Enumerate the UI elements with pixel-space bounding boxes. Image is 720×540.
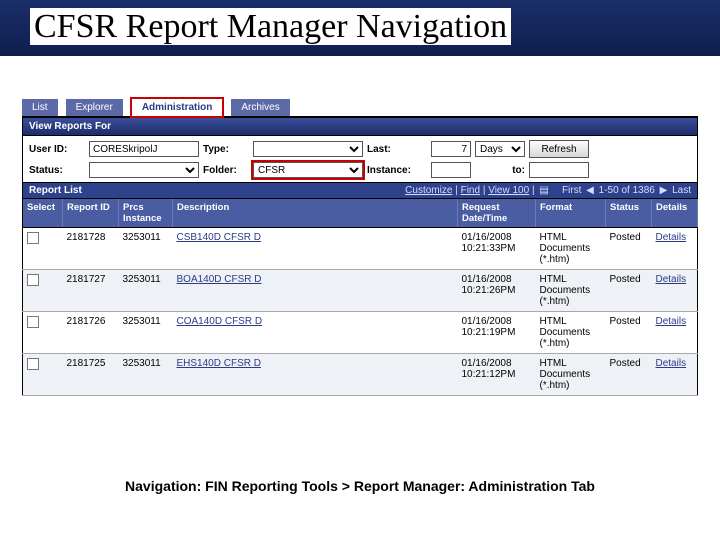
instance-label: Instance:	[367, 165, 427, 176]
folder-label: Folder:	[203, 165, 249, 176]
folder-select[interactable]: CFSR	[253, 162, 363, 178]
type-select[interactable]	[253, 141, 363, 157]
cell-datetime: 01/16/2008 10:21:12PM	[458, 354, 536, 396]
cell-status: Posted	[606, 270, 652, 312]
cell-datetime: 01/16/2008 10:21:26PM	[458, 270, 536, 312]
col-prcs-instance[interactable]: Prcs Instance	[119, 199, 173, 228]
slide-title-bar: CFSR Report Manager Navigation	[0, 0, 720, 56]
customize-link[interactable]: Customize	[405, 185, 452, 196]
slide-title: CFSR Report Manager Navigation	[30, 8, 511, 45]
report-list-heading: Report List	[29, 185, 82, 196]
to-label: to:	[475, 165, 525, 176]
cell-datetime: 01/16/2008 10:21:19PM	[458, 312, 536, 354]
tab-administration[interactable]: Administration	[131, 98, 224, 118]
tab-list[interactable]: List	[22, 99, 58, 116]
report-list-header: Report List Customize | Find | View 100 …	[22, 183, 698, 199]
cell-prcs: 3253011	[119, 312, 173, 354]
description-link[interactable]: COA140D CFSR D	[177, 316, 263, 327]
instance-from-input[interactable]	[431, 162, 471, 178]
col-report-id[interactable]: Report ID	[63, 199, 119, 228]
row-checkbox[interactable]	[27, 232, 39, 244]
row-checkbox[interactable]	[27, 358, 39, 370]
instance-to-input[interactable]	[529, 162, 589, 178]
table-row: 21817273253011 BOA140D CFSR D 01/16/2008 1…	[23, 270, 698, 312]
cell-report-id: 2181728	[63, 228, 119, 270]
table-row: 21817253253011 EHS140D CFSR D 01/16/2008 1…	[23, 354, 698, 396]
col-select[interactable]: Select	[23, 199, 63, 228]
tab-archives[interactable]: Archives	[231, 99, 289, 116]
col-description[interactable]: Description	[173, 199, 458, 228]
details-link[interactable]: Details	[656, 316, 687, 327]
last-label: Last:	[367, 144, 427, 155]
cell-prcs: 3253011	[119, 228, 173, 270]
table-row: 21817283253011 CSB140D CFSR D 01/16/2008 1…	[23, 228, 698, 270]
col-request-dt[interactable]: Request Date/Time	[458, 199, 536, 228]
description-link[interactable]: CSB140D CFSR D	[177, 232, 261, 243]
type-label: Type:	[203, 144, 249, 155]
cell-prcs: 3253011	[119, 354, 173, 396]
user-id-input[interactable]	[89, 141, 199, 157]
cell-status: Posted	[606, 312, 652, 354]
cell-report-id: 2181727	[63, 270, 119, 312]
details-link[interactable]: Details	[656, 232, 687, 243]
tab-strip: List Explorer Administration Archives	[22, 96, 698, 118]
cell-report-id: 2181725	[63, 354, 119, 396]
tab-explorer[interactable]: Explorer	[66, 99, 123, 116]
table-header-row: Select Report ID Prcs Instance Descripti…	[23, 199, 698, 228]
description-link[interactable]: EHS140D CFSR D	[177, 358, 261, 369]
report-manager-frame: List Explorer Administration Archives Vi…	[22, 96, 698, 396]
download-icon[interactable]: ▤	[539, 185, 548, 196]
status-label: Status:	[29, 165, 85, 176]
row-checkbox[interactable]	[27, 316, 39, 328]
find-link[interactable]: Find	[461, 185, 480, 196]
prev-icon[interactable]: ◀	[586, 185, 594, 196]
view100-link[interactable]: View 100	[488, 185, 529, 196]
report-table: Select Report ID Prcs Instance Descripti…	[22, 199, 698, 396]
user-id-label: User ID:	[29, 144, 85, 155]
col-details[interactable]: Details	[652, 199, 698, 228]
cell-prcs: 3253011	[119, 270, 173, 312]
last-input[interactable]	[431, 141, 471, 157]
cell-format: HTML Documents (*.htm)	[536, 354, 606, 396]
cell-report-id: 2181726	[63, 312, 119, 354]
status-select[interactable]	[89, 162, 199, 178]
description-link[interactable]: BOA140D CFSR D	[177, 274, 262, 285]
cell-status: Posted	[606, 354, 652, 396]
refresh-button[interactable]: Refresh	[529, 140, 589, 158]
last-unit-select[interactable]: Days	[475, 141, 525, 157]
cell-status: Posted	[606, 228, 652, 270]
table-row: 21817263253011 COA140D CFSR D 01/16/2008 1…	[23, 312, 698, 354]
last-link[interactable]: Last	[672, 185, 691, 196]
grid-actions: Customize | Find | View 100 | ▤ First ◀ …	[405, 185, 691, 196]
first-link[interactable]: First	[562, 185, 581, 196]
col-format[interactable]: Format	[536, 199, 606, 228]
filter-panel: User ID: Type: Last: Days Refresh Status…	[22, 136, 698, 183]
folder-field-wrap: CFSR	[253, 162, 363, 178]
details-link[interactable]: Details	[656, 274, 687, 285]
cell-format: HTML Documents (*.htm)	[536, 270, 606, 312]
cell-format: HTML Documents (*.htm)	[536, 228, 606, 270]
cell-datetime: 01/16/2008 10:21:33PM	[458, 228, 536, 270]
col-status[interactable]: Status	[606, 199, 652, 228]
next-icon[interactable]: ▶	[660, 185, 668, 196]
view-reports-for-heading: View Reports For	[22, 118, 698, 136]
navigation-caption: Navigation: FIN Reporting Tools > Report…	[0, 478, 720, 494]
cell-format: HTML Documents (*.htm)	[536, 312, 606, 354]
row-checkbox[interactable]	[27, 274, 39, 286]
range-text: 1-50 of 1386	[599, 185, 655, 196]
details-link[interactable]: Details	[656, 358, 687, 369]
